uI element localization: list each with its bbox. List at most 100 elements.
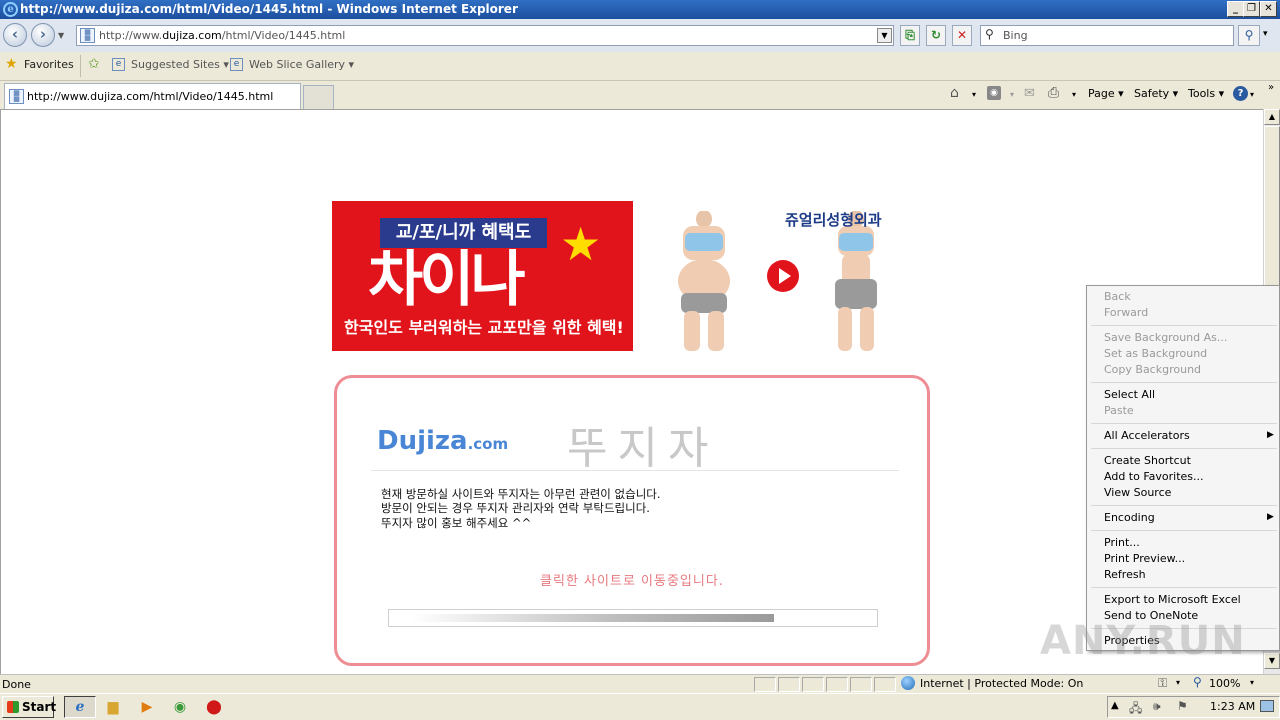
site-favicon-icon: ▦ ▦ (80, 28, 95, 43)
status-pane (826, 677, 848, 692)
after-figure-image (835, 211, 877, 351)
menu-item-add-to-favorites[interactable]: Add to Favorites... (1104, 470, 1204, 483)
redirect-notice-box: Dujiza.com 뚜지자 현재 방문하실 사이트와 뚜지자는 아무런 관련이… (334, 375, 930, 666)
menu-item-paste[interactable]: Paste (1104, 404, 1134, 417)
window-title-bar[interactable]: e http://www.dujiza.com/html/Video/1445.… (0, 0, 1280, 19)
menu-item-export-excel[interactable]: Export to Microsoft Excel (1104, 593, 1241, 606)
address-text[interactable]: http://www.dujiza.com/html/Video/1445.ht… (99, 29, 345, 42)
toolbar-overflow-icon[interactable]: » (1268, 82, 1274, 93)
suggested-sites-link[interactable]: Suggested Sites ▾ (131, 58, 229, 71)
minimize-button[interactable]: _ (1227, 1, 1244, 17)
refresh-button[interactable]: ↻ (926, 25, 946, 46)
start-button[interactable]: Start (2, 696, 56, 718)
search-icon: ⚲ (985, 27, 994, 41)
new-tab-button[interactable] (303, 85, 334, 109)
menu-item-print-preview[interactable]: Print Preview... (1104, 552, 1185, 565)
scroll-up-icon[interactable]: ▲ (1264, 109, 1280, 125)
back-button[interactable]: ‹ (3, 23, 27, 47)
chrome-icon[interactable]: ◉ (168, 697, 192, 717)
show-desktop-icon[interactable] (1260, 700, 1274, 712)
tab-favicon-icon: ▦ ▦ (9, 89, 24, 104)
menu-separator (1091, 587, 1277, 588)
banner-big-label: 차이나 (368, 245, 526, 315)
tab-active[interactable]: ▦ ▦ http://www.dujiza.com/html/Video/1445… (4, 83, 301, 109)
menu-item-create-shortcut[interactable]: Create Shortcut (1104, 454, 1191, 467)
help-dropdown-icon[interactable]: ▾ (1250, 90, 1254, 99)
feeds-dropdown-icon[interactable]: ▾ (1010, 90, 1014, 99)
menu-item-back[interactable]: Back (1104, 290, 1131, 303)
volume-icon[interactable]: 🕪 (1153, 699, 1161, 714)
watermark-logo: ANY.RUN (1040, 618, 1246, 664)
safety-menu[interactable]: Safety ▾ (1134, 87, 1178, 100)
close-window-button[interactable]: ✕ (1260, 1, 1277, 17)
taskbar-clock[interactable]: 1:23 AM (1210, 700, 1255, 713)
favorites-button[interactable]: Favorites (24, 58, 74, 71)
restore-button[interactable]: ❐ (1243, 1, 1260, 17)
search-box[interactable]: ⚲ Bing (980, 25, 1234, 46)
compatibility-view-button[interactable]: ⎘ (900, 25, 920, 46)
home-icon[interactable]: ⌂ (950, 85, 959, 101)
menu-item-encoding[interactable]: Encoding (1104, 511, 1155, 524)
media-player-icon[interactable]: ▶ (135, 697, 159, 717)
search-options-icon[interactable]: ▾ (1263, 29, 1268, 39)
feeds-icon[interactable]: ◉ (987, 86, 1001, 100)
security-zone-text[interactable]: Internet | Protected Mode: On (920, 677, 1083, 690)
protected-mode-dropdown-icon[interactable]: ▾ (1176, 678, 1180, 687)
menu-item-save-background[interactable]: Save Background As... (1104, 331, 1227, 344)
home-dropdown-icon[interactable]: ▾ (972, 90, 976, 99)
print-dropdown-icon[interactable]: ▾ (1072, 90, 1076, 99)
menu-item-view-source[interactable]: View Source (1104, 486, 1171, 499)
search-go-button[interactable]: ⚲ (1238, 25, 1260, 46)
protected-mode-lock-icon[interactable]: ⚿ (1158, 676, 1167, 691)
favorites-star-icon: ★ (5, 56, 18, 72)
menu-separator (1091, 423, 1277, 424)
stop-button[interactable]: ✕ (952, 25, 972, 46)
show-hidden-icons-icon[interactable]: ▲ (1111, 700, 1119, 711)
banner-ad-left[interactable]: 교/포/니까 혜택도 차이나 ★ 한국인도 부러워하는 교포만을 위한 혜택! (332, 201, 633, 351)
redirect-progress-bar (388, 609, 878, 627)
page-menu[interactable]: Page ▾ (1088, 87, 1124, 100)
menu-item-set-as-background[interactable]: Set as Background (1104, 347, 1207, 360)
menu-item-select-all[interactable]: Select All (1104, 388, 1155, 401)
submenu-arrow-icon: ▶ (1267, 512, 1274, 522)
address-bar[interactable]: ▦ ▦ http://www.dujiza.com/html/Video/1445… (76, 25, 894, 46)
network-icon[interactable]: 🖧 (1129, 699, 1142, 720)
clinic-logo: 쥬얼리성형외과 (785, 211, 882, 229)
zoom-level[interactable]: 100% (1209, 677, 1240, 690)
play-icon[interactable] (767, 260, 799, 292)
zoom-dropdown-icon[interactable]: ▾ (1250, 678, 1254, 687)
menu-item-all-accelerators[interactable]: All Accelerators (1104, 429, 1190, 442)
search-placeholder: Bing (1003, 29, 1028, 42)
star-icon: ★ (560, 217, 602, 271)
address-dropdown-icon[interactable]: ▼ (877, 28, 892, 43)
forward-button[interactable]: › (31, 23, 55, 47)
status-pane (778, 677, 800, 692)
web-slice-gallery-link[interactable]: Web Slice Gallery ▾ (249, 58, 354, 71)
banner-ad-right[interactable]: 쥬얼리성형외과 (633, 201, 925, 351)
status-bar: Done (0, 674, 1280, 693)
internet-explorer-icon[interactable]: e (68, 697, 92, 717)
print-icon[interactable]: ⎙ (1048, 85, 1059, 101)
suggested-sites-icon: e (112, 58, 125, 71)
menu-item-refresh[interactable]: Refresh (1104, 568, 1146, 581)
before-figure-image (678, 211, 730, 351)
action-center-flag-icon[interactable]: ⚑ (1177, 699, 1188, 713)
help-icon[interactable]: ? (1233, 86, 1248, 101)
menu-item-print[interactable]: Print... (1104, 536, 1140, 549)
file-explorer-icon[interactable]: ▆ (101, 697, 125, 717)
menu-separator (1091, 505, 1277, 506)
redirect-message: 클릭한 사이트로 이동중입니다. (540, 574, 724, 589)
brand-korean-title: 뚜지자 (567, 423, 719, 474)
add-to-favorites-icon[interactable]: ✩ (88, 56, 100, 72)
menu-separator (1091, 530, 1277, 531)
brand-logo: Dujiza.com (377, 426, 509, 456)
menu-item-forward[interactable]: Forward (1104, 306, 1148, 319)
scroll-down-icon[interactable]: ▼ (1264, 653, 1280, 669)
tools-menu[interactable]: Tools ▾ (1188, 87, 1224, 100)
read-mail-icon[interactable]: ✉ (1024, 86, 1035, 101)
recent-pages-dropdown-icon[interactable]: ▼ (58, 31, 64, 40)
scroll-thumb[interactable] (1264, 126, 1280, 304)
menu-item-copy-background[interactable]: Copy Background (1104, 363, 1201, 376)
zoom-icon[interactable]: ⚲ (1193, 675, 1202, 689)
security-app-icon[interactable]: ⬤ (202, 697, 226, 717)
